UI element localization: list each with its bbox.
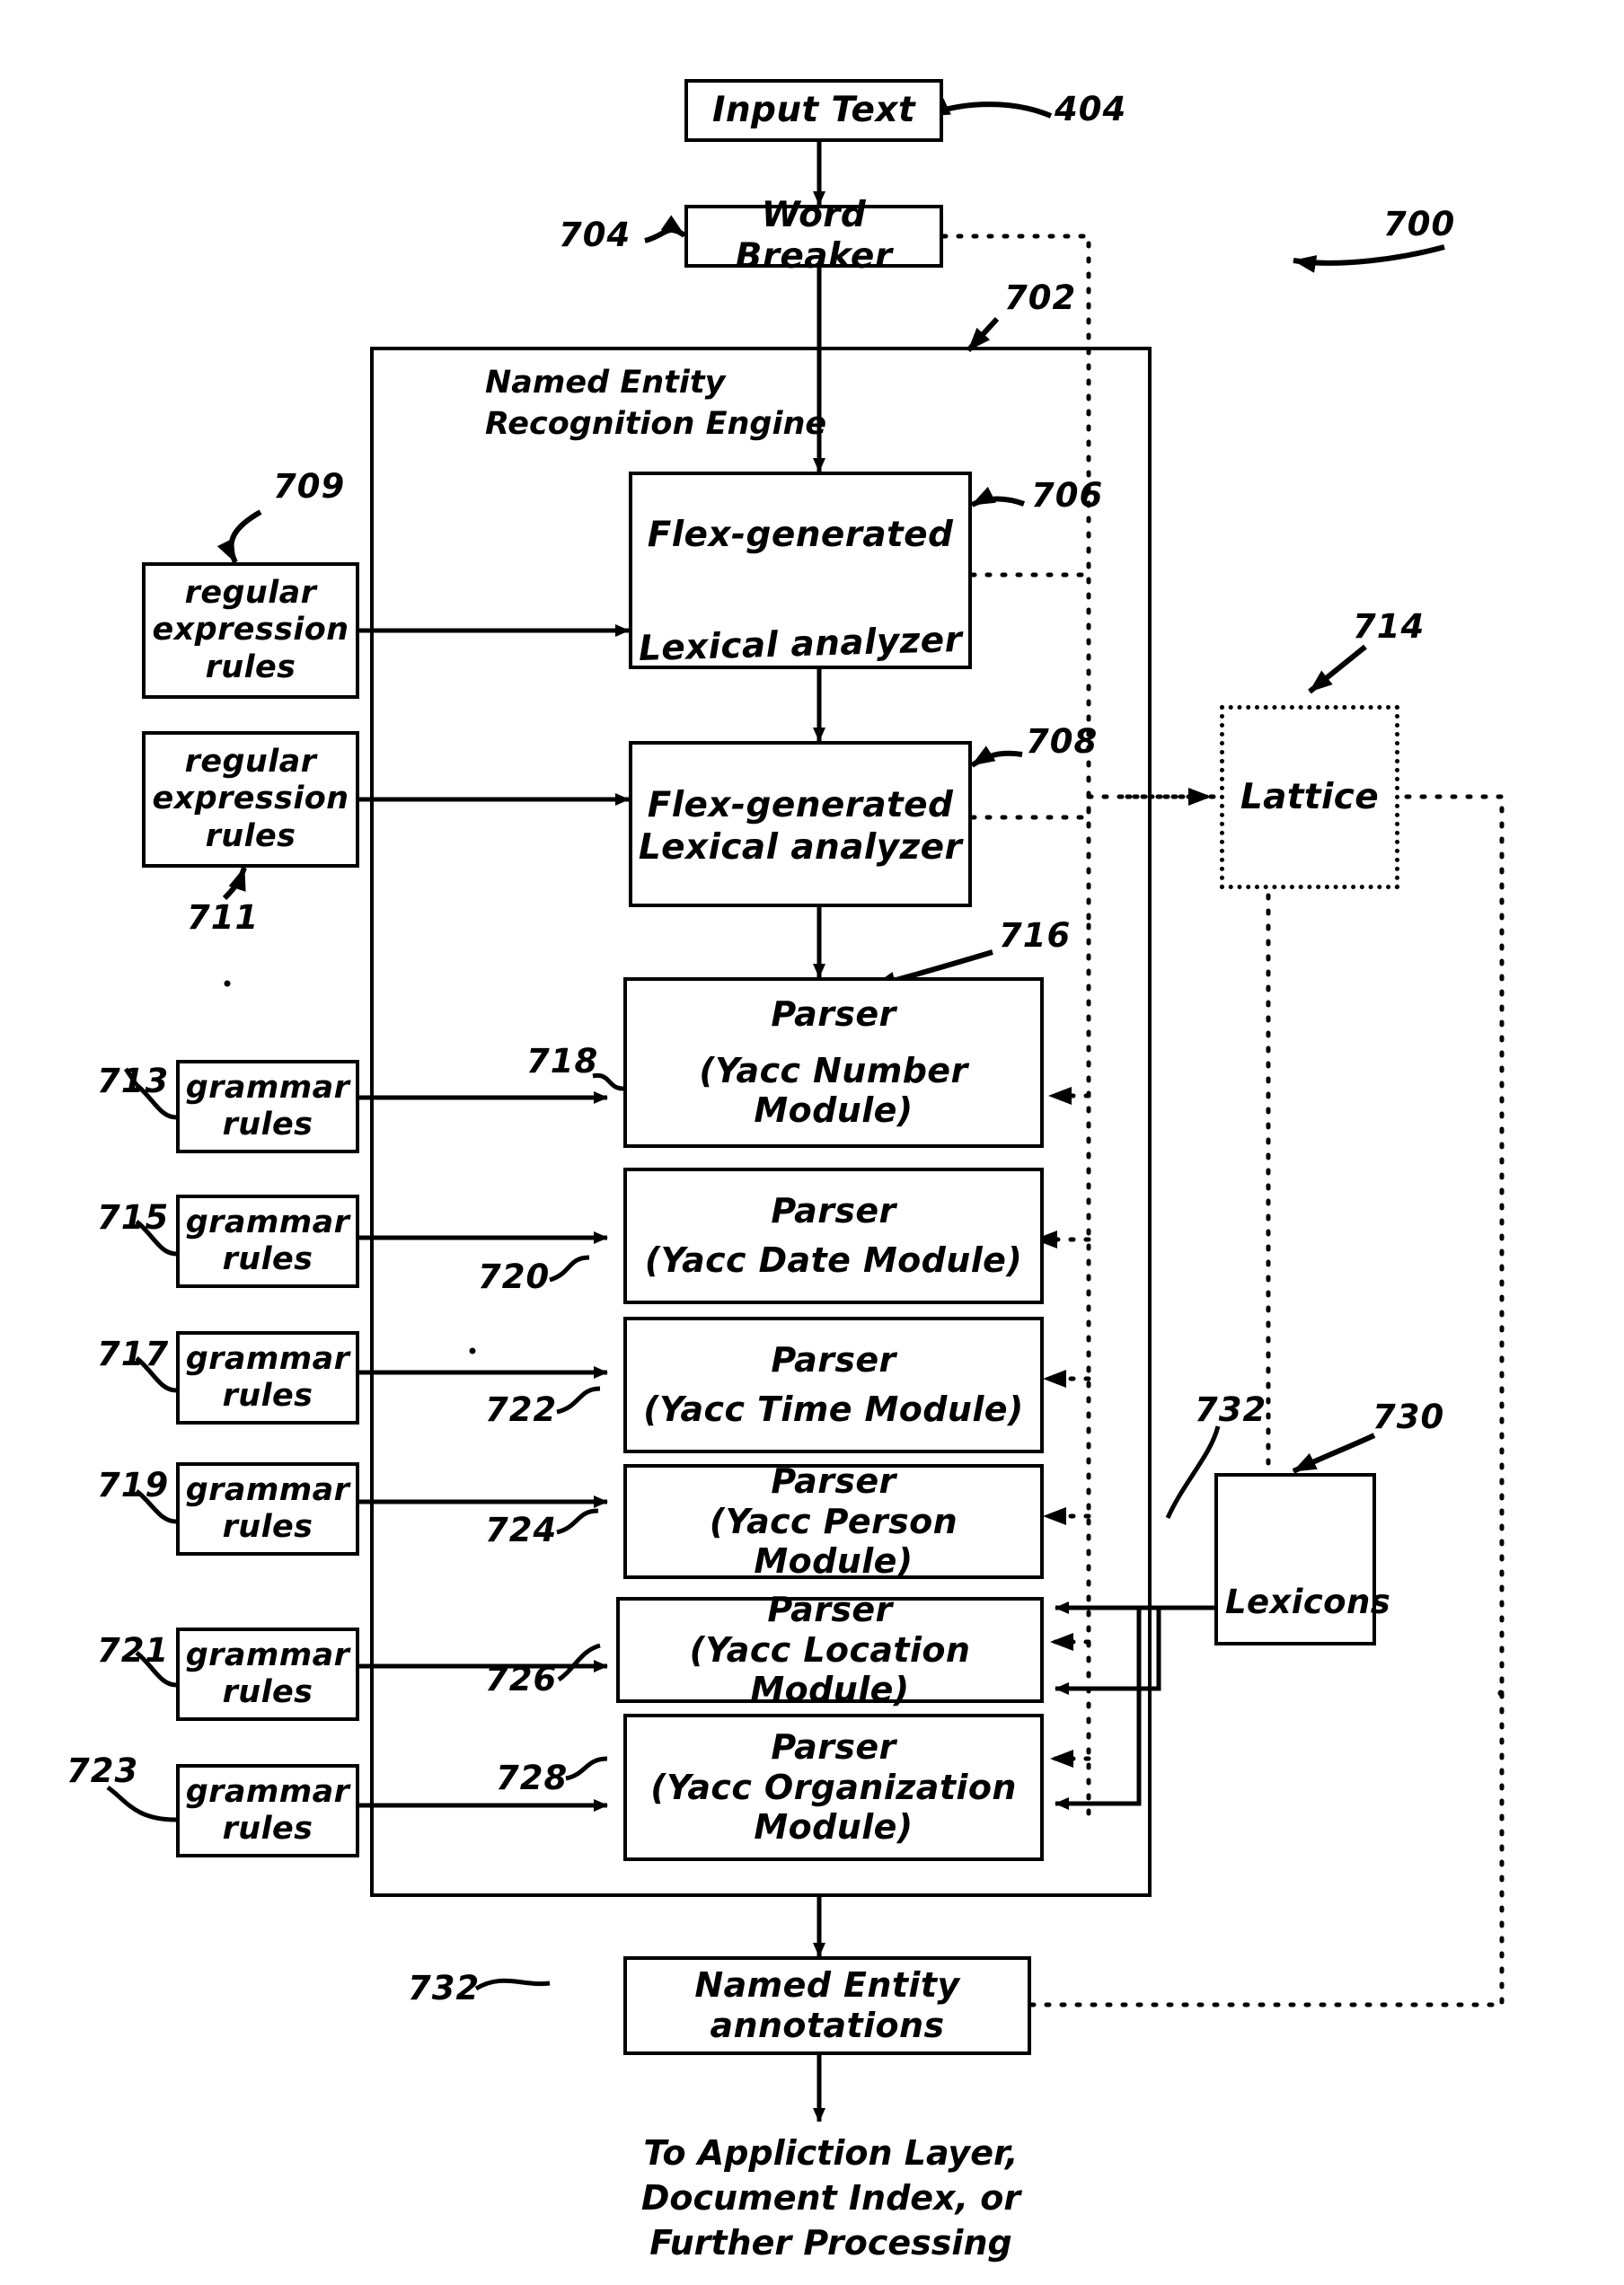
flex-generated-label-1: Flex-generated — [647, 515, 954, 555]
annotations-line1: Named Entity — [694, 1965, 960, 2006]
lexical-analyzer-label-1: Lexical analyzer — [638, 619, 963, 670]
flex-lexical-analyzer-2-box[interactable]: Flex-generated Lexical analyzer — [629, 741, 972, 907]
parser-organization-title: Parser — [771, 1726, 896, 1767]
ref-717: 717 — [97, 1335, 170, 1373]
grammar-rules-723-line2: rules — [222, 1811, 313, 1847]
ref-728: 728 — [496, 1759, 569, 1797]
grammar-rules-713-line2: rules — [222, 1107, 313, 1142]
grammar-rules-721-line1: grammar — [185, 1637, 350, 1673]
parser-person-title: Parser — [771, 1460, 896, 1501]
word-breaker-label: Word Breaker — [735, 194, 893, 277]
parser-time-subtitle: (Yacc Time Module) — [643, 1390, 1024, 1429]
ref-730: 730 — [1372, 1398, 1445, 1436]
footer-line-2: Document Index, or — [640, 2178, 1021, 2219]
annotations-line2: annotations — [710, 2006, 945, 2045]
flex-lexical-analyzer-1-box[interactable]: Flex-generated Lexical analyzer — [629, 472, 972, 669]
ref-708: 708 — [1026, 722, 1099, 761]
input-text-label: Input Text — [711, 89, 915, 130]
parser-time-module-box[interactable]: Parser (Yacc Time Module) — [623, 1317, 1044, 1453]
parser-number-title: Parser — [771, 993, 896, 1034]
parser-location-subtitle: (Yacc Location Module) — [689, 1629, 971, 1710]
ref-716: 716 — [999, 916, 1072, 955]
ref-724: 724 — [485, 1511, 558, 1549]
grammar-rules-717-line1: grammar — [185, 1340, 350, 1377]
ref-704: 704 — [559, 216, 631, 254]
parser-number-subtitle: (Yacc Number Module) — [699, 1050, 968, 1131]
grammar-rules-box-715[interactable]: grammar rules — [176, 1195, 359, 1288]
lexicons-label: Lexicons — [1225, 1583, 1391, 1622]
grammar-rules-715-line1: grammar — [185, 1204, 350, 1240]
regex-rules-709-line2: expression — [152, 612, 349, 648]
input-text-box[interactable]: Input Text — [684, 79, 943, 142]
ref-706: 706 — [1031, 476, 1104, 515]
parser-organization-subtitle: (Yacc Organization — [650, 1767, 1017, 1807]
parser-date-subtitle: (Yacc Date Module) — [644, 1240, 1023, 1280]
ref-715: 715 — [97, 1198, 170, 1237]
parser-person-module-box[interactable]: Parser (Yacc Person Module) — [623, 1460, 1044, 1581]
regex-rules-709-line3: rules — [205, 648, 296, 685]
output-destination-text: To Appliction Layer, Document Index, or … — [620, 2131, 1042, 2265]
grammar-rules-715-line2: rules — [222, 1241, 313, 1277]
grammar-rules-719-line1: grammar — [185, 1471, 350, 1508]
regex-rules-711-line3: rules — [205, 817, 296, 854]
engine-title: Named Entity Recognition Engine — [485, 365, 827, 442]
regex-rules-711-line2: expression — [152, 781, 349, 817]
ref-700: 700 — [1383, 205, 1456, 243]
regex-rules-711-line1: regular — [184, 744, 317, 781]
ref-721: 721 — [97, 1631, 170, 1670]
regex-rules-709-line1: regular — [184, 575, 317, 612]
lattice-box[interactable]: Lattice — [1220, 705, 1399, 889]
ref-719: 719 — [97, 1466, 170, 1504]
lexical-analyzer-label-2: Lexical analyzer — [638, 826, 963, 868]
ref-404: 404 — [1055, 90, 1127, 128]
patent-figure-canvas: Named Entity Recognition Engine Input Te… — [0, 0, 1624, 2285]
parser-date-module-box[interactable]: Parser (Yacc Date Module) — [623, 1168, 1044, 1304]
footer-line-1: To Appliction Layer, — [643, 2133, 1019, 2173]
regular-expression-rules-box-711[interactable]: regular expression rules — [142, 731, 359, 868]
grammar-rules-723-line1: grammar — [185, 1773, 350, 1810]
grammar-rules-713-line1: grammar — [185, 1069, 350, 1106]
footer-line-3: Further Processing — [649, 2223, 1012, 2263]
word-breaker-box[interactable]: Word Breaker — [684, 195, 943, 277]
parser-organization-subtitle2: Module) — [754, 1807, 914, 1848]
grammar-rules-box-721[interactable]: grammar rules — [176, 1628, 359, 1721]
parser-person-subtitle: (Yacc Person Module) — [709, 1501, 958, 1582]
parser-time-title: Parser — [771, 1340, 896, 1381]
ref-720: 720 — [478, 1257, 551, 1296]
regular-expression-rules-box-709[interactable]: regular expression rules — [142, 562, 359, 699]
grammar-rules-box-713[interactable]: grammar rules — [176, 1060, 359, 1153]
ref-718: 718 — [526, 1042, 599, 1081]
grammar-rules-719-line2: rules — [222, 1509, 313, 1545]
ref-713: 713 — [97, 1062, 170, 1100]
parser-location-module-box[interactable]: Parser (Yacc Location Module) — [616, 1590, 1044, 1709]
lattice-label: Lattice — [1240, 777, 1380, 817]
ref-732-lexicons: 732 — [1195, 1390, 1267, 1429]
lexicons-box[interactable]: Lexicons — [1214, 1473, 1390, 1645]
flex-generated-label-2: Flex-generated — [647, 785, 954, 826]
ref-723: 723 — [66, 1751, 139, 1790]
named-entity-annotations-box[interactable]: Named Entity annotations — [623, 1956, 1031, 2055]
parser-organization-module-box[interactable]: Parser (Yacc Organization Module) — [623, 1714, 1044, 1861]
ref-722: 722 — [485, 1390, 558, 1429]
ref-711: 711 — [187, 898, 260, 937]
grammar-rules-box-723[interactable]: grammar rules — [176, 1764, 359, 1857]
ref-726: 726 — [485, 1660, 558, 1698]
ref-702: 702 — [1004, 278, 1077, 317]
ref-709: 709 — [273, 467, 346, 506]
grammar-rules-717-line2: rules — [222, 1378, 313, 1414]
ref-732-annotations: 732 — [408, 1969, 481, 2007]
parser-date-title: Parser — [771, 1191, 896, 1231]
grammar-rules-721-line2: rules — [222, 1674, 313, 1710]
grammar-rules-box-719[interactable]: grammar rules — [176, 1462, 359, 1556]
parser-number-module-box[interactable]: Parser (Yacc Number Module) — [623, 977, 1044, 1148]
ref-714: 714 — [1353, 607, 1425, 646]
parser-location-title: Parser — [767, 1589, 893, 1629]
grammar-rules-box-717[interactable]: grammar rules — [176, 1331, 359, 1425]
